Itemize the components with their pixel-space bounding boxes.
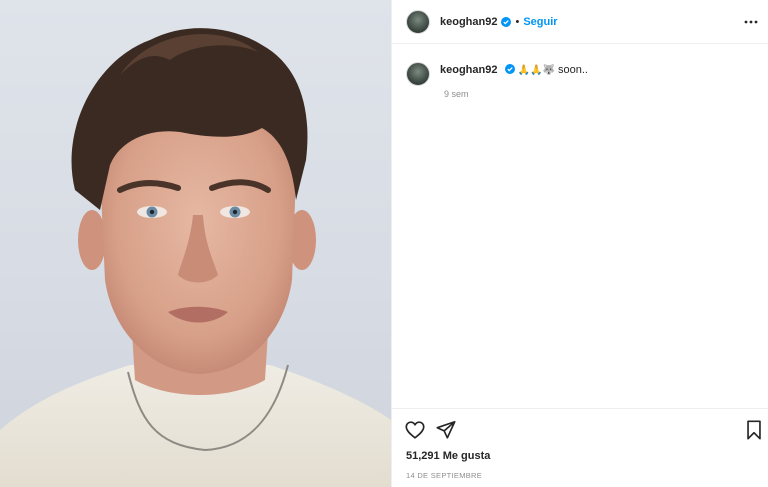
header-separator: • <box>515 15 520 28</box>
follow-button[interactable]: Seguir <box>523 16 557 28</box>
avatar[interactable] <box>406 9 430 34</box>
verified-badge-icon <box>504 64 515 74</box>
portrait-image <box>0 28 391 487</box>
likes-count[interactable]: 51,291 Me gusta <box>406 450 490 462</box>
bookmark-icon[interactable] <box>743 419 765 441</box>
post-photo[interactable] <box>0 0 391 487</box>
more-options-icon[interactable] <box>743 14 759 30</box>
post-side-panel: keoghan92 • Seguir keoghan92 🙏🙏🐺 soon.. … <box>391 0 768 487</box>
post-time-ago[interactable]: 9 sem <box>444 89 469 99</box>
caption-username[interactable]: keoghan92 <box>440 64 497 76</box>
paper-plane-icon[interactable] <box>435 419 457 441</box>
caption-text-block: keoghan92 🙏🙏🐺 soon.. <box>440 62 588 86</box>
header-username[interactable]: keoghan92 <box>440 16 497 28</box>
caption-emojis: 🙏🙏🐺 <box>517 65 555 76</box>
caption-comment: keoghan92 🙏🙏🐺 soon.. <box>406 62 756 86</box>
verified-badge-icon <box>501 16 512 27</box>
post-header: keoghan92 • Seguir <box>392 0 768 44</box>
action-bar <box>392 408 768 448</box>
post-date: 14 DE SEPTIEMBRE <box>406 471 483 480</box>
heart-icon[interactable] <box>404 419 426 441</box>
caption-text: soon.. <box>558 64 588 76</box>
caption-avatar[interactable] <box>406 62 430 86</box>
